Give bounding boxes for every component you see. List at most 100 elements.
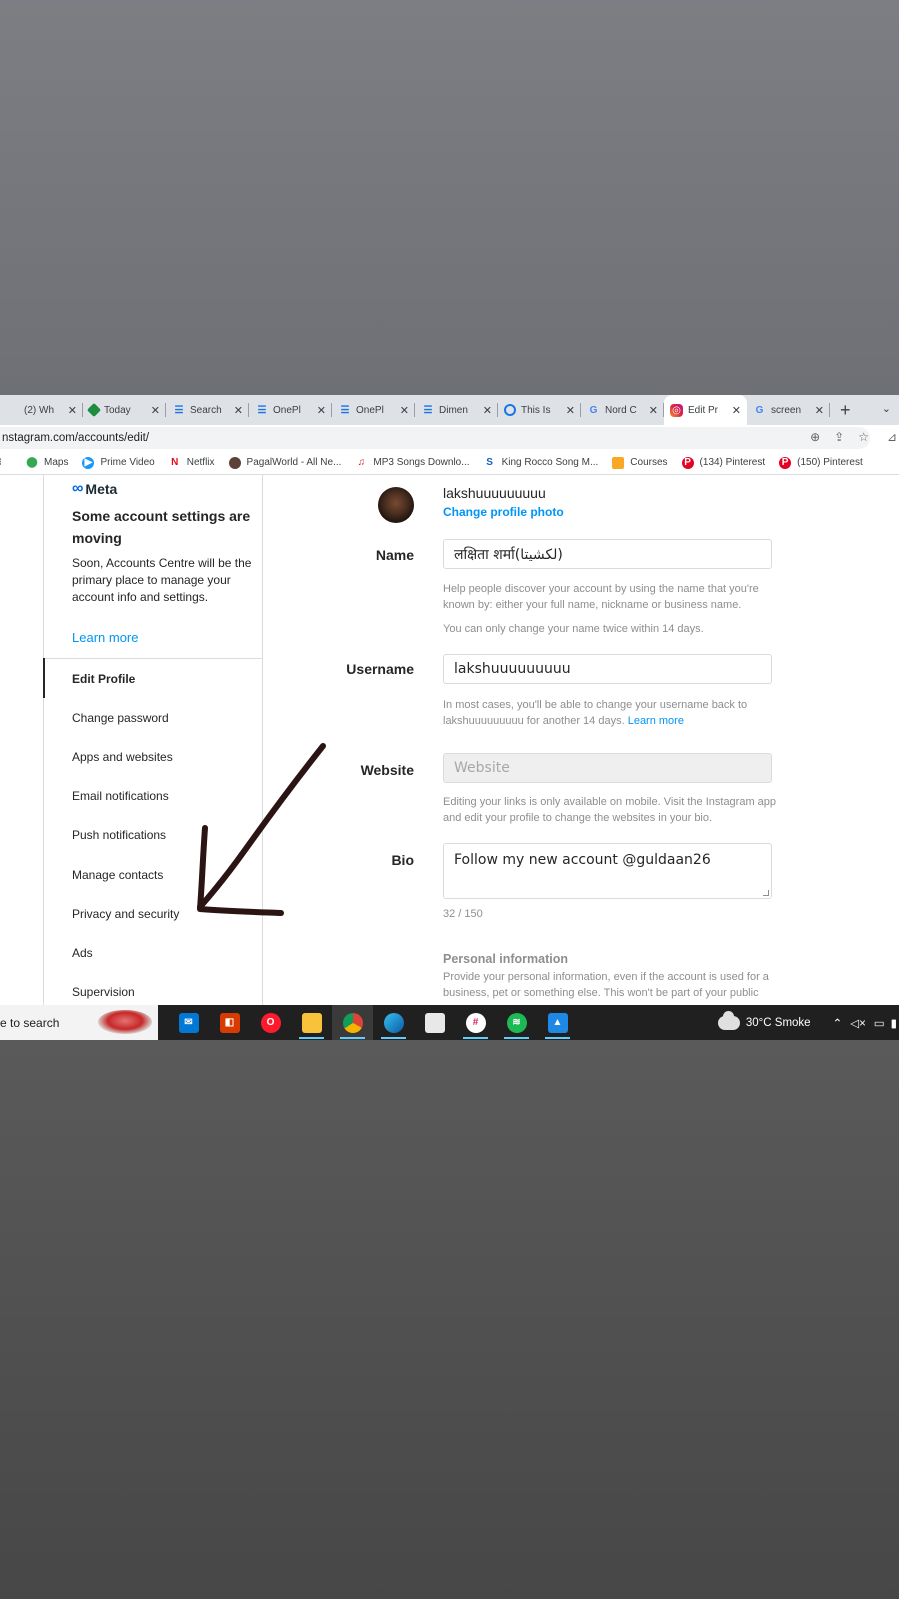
tab-nord[interactable]: G Nord C ✕: [581, 395, 664, 425]
meta-infinity-icon: ∞: [72, 480, 84, 497]
new-tab-button[interactable]: +: [840, 400, 851, 421]
close-icon[interactable]: ✕: [732, 404, 741, 417]
bookmarks-bar: ⁝ ⬤ Maps ▶ Prime Video N Netflix PagalWorld…: [0, 451, 899, 475]
tab-strip: (2) Wh ✕ Today ✕ ☰ Search ✕ ☰ OnePl ✕ ☰ OnePl ✕ …: [0, 395, 899, 425]
sidebar-item-edit-profile[interactable]: Edit Profile: [72, 672, 135, 686]
close-icon[interactable]: ✕: [68, 404, 77, 417]
change-profile-photo-link[interactable]: Change profile photo: [443, 505, 564, 519]
chevron-down-icon[interactable]: ⌄: [882, 402, 891, 415]
opera-app[interactable]: O: [250, 1005, 291, 1040]
bio-label: Bio: [391, 852, 414, 868]
slack-app[interactable]: #: [455, 1005, 496, 1040]
address-bar: nstagram.com/accounts/edit/ ⊕ ⇪ ☆ ⊿: [0, 425, 899, 451]
tab-search[interactable]: ☰ Search ✕: [166, 395, 249, 425]
notification-icon[interactable]: ▮: [891, 1016, 897, 1030]
bookmark-prime-video[interactable]: ▶ Prime Video: [82, 456, 155, 469]
tab-title: Search: [190, 404, 222, 416]
battery-icon[interactable]: ▭: [874, 1016, 885, 1030]
tab-edit-profile[interactable]: ◎ Edit Pr ✕: [664, 395, 747, 425]
close-icon[interactable]: ✕: [566, 404, 575, 417]
bio-textarea[interactable]: Follow my new account @guldaan26: [443, 843, 772, 899]
maps-icon: ⬤: [26, 457, 38, 468]
bookmark-pagalworld[interactable]: PagalWorld - All Ne...: [228, 456, 341, 469]
settings-sidebar: ∞ Meta Some account settings are moving S…: [43, 475, 263, 1005]
bookmark-label: Maps: [44, 457, 69, 468]
sidebar-item-privacy-and-security[interactable]: Privacy and security: [72, 907, 179, 921]
bookmark-king-rocco[interactable]: S King Rocco Song M...: [484, 457, 598, 469]
bookmark-maps[interactable]: ⬤ Maps: [26, 457, 68, 469]
chevron-up-icon[interactable]: ⌃: [833, 1016, 843, 1030]
zoom-icon[interactable]: ⊕: [810, 430, 820, 444]
tab-title: Edit Pr: [688, 404, 719, 416]
star-icon[interactable]: ☆: [858, 430, 869, 444]
chrome-app[interactable]: [332, 1005, 373, 1040]
username-input[interactable]: lakshuuuuuuuuu: [443, 654, 772, 684]
bookmark-label: MP3 Songs Downlo...: [373, 457, 470, 468]
close-icon[interactable]: ✕: [317, 404, 326, 417]
mail-app[interactable]: ✉: [168, 1005, 209, 1040]
extension-icon[interactable]: ⊿: [887, 430, 897, 444]
sidebar-item-ads[interactable]: Ads: [72, 946, 93, 960]
close-icon[interactable]: ✕: [151, 404, 160, 417]
apps-icon: ⁝: [0, 457, 6, 469]
tab-title: (2) Wh: [24, 404, 54, 416]
spotify-icon: ≋: [506, 1012, 527, 1033]
weather-icon: [717, 1010, 740, 1030]
sidebar-item-apps-and-websites[interactable]: Apps and websites: [72, 750, 173, 764]
sidebar-item-change-password[interactable]: Change password: [72, 711, 169, 725]
close-icon[interactable]: ✕: [649, 404, 658, 417]
google-icon: G: [589, 404, 598, 416]
name-input[interactable]: लक्षिता शर्मा(لکشیتا): [443, 539, 772, 569]
sidebar-item-push-notifications[interactable]: Push notifications: [72, 828, 166, 842]
url-field[interactable]: nstagram.com/accounts/edit/: [0, 427, 870, 449]
close-icon[interactable]: ✕: [234, 404, 243, 417]
spotify-app[interactable]: ≋: [496, 1005, 537, 1040]
office-icon: ◧: [219, 1012, 240, 1033]
tab-title: Dimen: [439, 404, 468, 416]
tab-whatsapp[interactable]: (2) Wh ✕: [0, 395, 83, 425]
sidebar-item-manage-contacts[interactable]: Manage contacts: [72, 868, 163, 882]
bookmark-pinterest-150[interactable]: P (150) Pinterest: [779, 456, 863, 469]
website-input[interactable]: Website: [443, 753, 772, 783]
office-app[interactable]: ◧: [209, 1005, 250, 1040]
volume-muted-icon[interactable]: ◁×: [850, 1016, 866, 1030]
tab-title: screen: [771, 404, 802, 416]
tab-today[interactable]: Today ✕: [83, 395, 166, 425]
tab-dimensity[interactable]: ☰ Dimen ✕: [415, 395, 498, 425]
learn-more-link[interactable]: Learn more: [72, 630, 138, 645]
tab-title: Nord C: [605, 404, 637, 416]
share-icon[interactable]: ⇪: [834, 430, 844, 444]
netflix-icon: N: [171, 457, 179, 468]
avatar[interactable]: [378, 487, 414, 523]
tab-oneplus-2[interactable]: ☰ OnePl ✕: [332, 395, 415, 425]
username-learn-more-link[interactable]: Learn more: [628, 715, 684, 727]
tab-this-is[interactable]: This Is ✕: [498, 395, 581, 425]
close-icon[interactable]: ✕: [483, 404, 492, 417]
edge-app[interactable]: [373, 1005, 414, 1040]
tab-title: OnePl: [356, 404, 384, 416]
bookmark-label: Netflix: [186, 457, 215, 468]
store-app[interactable]: [414, 1005, 455, 1040]
tab-oneplus-1[interactable]: ☰ OnePl ✕: [249, 395, 332, 425]
file-explorer-icon: [301, 1012, 322, 1033]
meta-logo-text: Meta: [85, 481, 118, 497]
taskbar-search[interactable]: e to search: [0, 1005, 158, 1040]
sidebar-item-email-notifications[interactable]: Email notifications: [72, 789, 169, 803]
weather-text[interactable]: 30°C Smoke: [746, 1017, 811, 1029]
opera-icon: O: [260, 1012, 281, 1033]
sidebar-item-supervision[interactable]: Supervision: [72, 985, 135, 999]
bookmark-apps[interactable]: ⁝: [0, 457, 12, 469]
instagram-edit-page: ∞ Meta Some account settings are moving S…: [0, 475, 899, 1005]
bookmark-pinterest-134[interactable]: P (134) Pinterest: [681, 456, 765, 469]
close-icon[interactable]: ✕: [400, 404, 409, 417]
bookmark-netflix[interactable]: N Netflix: [169, 457, 215, 469]
file-explorer-app[interactable]: [291, 1005, 332, 1040]
resize-handle[interactable]: [763, 890, 769, 896]
music-icon: ♫: [357, 457, 366, 468]
bio-char-count: 32 / 150: [443, 908, 483, 920]
bookmark-mp3[interactable]: ♫ MP3 Songs Downlo...: [355, 457, 470, 469]
tab-screen[interactable]: Gscreen ✕: [747, 395, 830, 425]
photos-app[interactable]: ▲: [537, 1005, 578, 1040]
bookmark-courses[interactable]: Courses: [612, 456, 668, 469]
close-icon[interactable]: ✕: [815, 404, 824, 417]
